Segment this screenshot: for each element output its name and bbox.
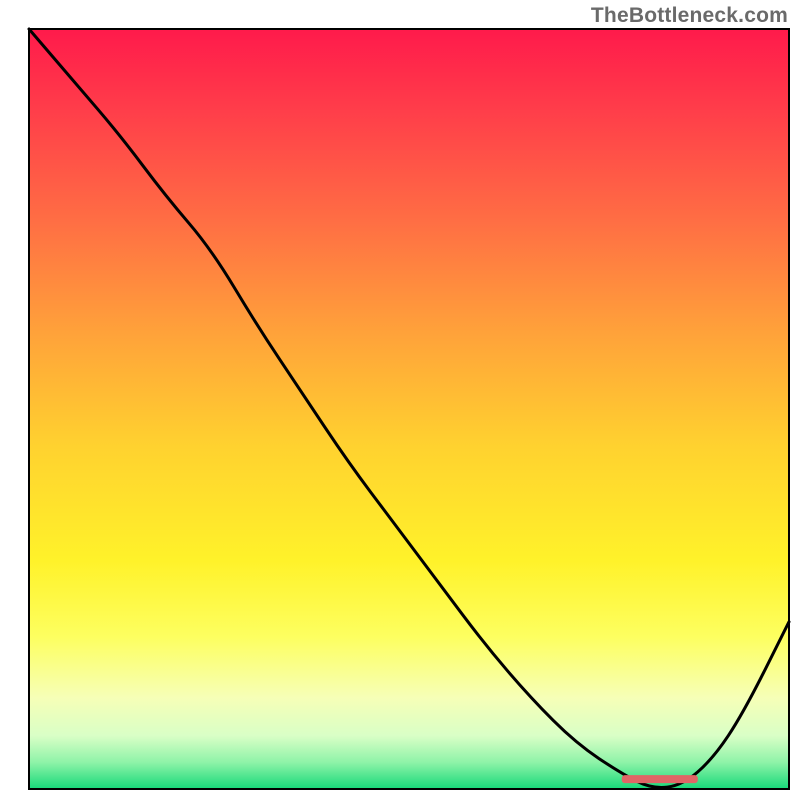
plot-background bbox=[29, 29, 789, 789]
watermark-label: TheBottleneck.com bbox=[591, 4, 788, 28]
bottleneck-chart bbox=[0, 0, 800, 800]
highlight-bar bbox=[622, 775, 698, 783]
chart-container: { "watermark": "TheBottleneck.com", "cha… bbox=[0, 0, 800, 800]
